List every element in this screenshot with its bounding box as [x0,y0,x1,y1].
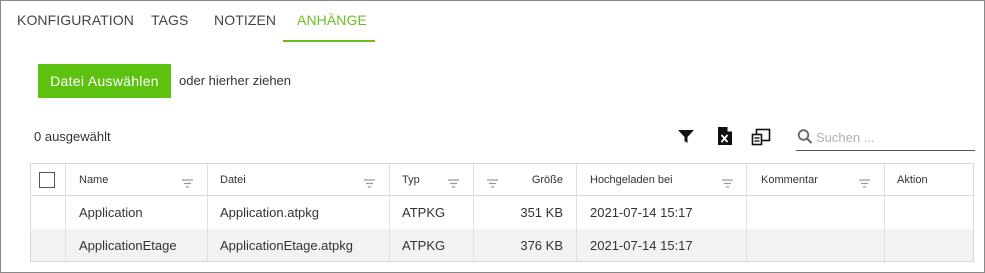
cell-name: Application [79,205,143,220]
column-divider [746,164,747,261]
filter-icon[interactable] [448,175,459,193]
filter-icon[interactable] [364,175,375,193]
cell-typ: ATPKG [402,205,446,220]
cell-hochgeladen: 2021-07-14 15:17 [590,237,693,253]
cell-groesse: 376 KB [520,237,563,253]
filter-icon[interactable] [182,175,193,193]
filter-icon[interactable] [722,175,733,193]
table-row[interactable]: ApplicationEtage ApplicationEtage.atpkg … [31,229,973,261]
filter-icon[interactable] [677,124,699,148]
filter-icon[interactable] [487,175,498,193]
cell-typ: ATPKG [402,237,446,253]
selected-count: 0 ausgewählt [34,129,111,144]
column-chooser-icon[interactable] [751,124,773,148]
filter-icon[interactable] [859,175,870,193]
column-divider [473,164,474,261]
column-divider [389,164,390,261]
tab-anhaenge[interactable]: ANHÄNGE [297,12,367,28]
column-header-aktion: Aktion [897,173,928,186]
column-header-hochgeladen[interactable]: Hochgeladen bei [590,164,673,195]
cell-datei: ApplicationEtage.atpkg [220,237,353,253]
cell-groesse: 351 KB [520,205,563,220]
attachments-panel: KONFIGURATION TAGS NOTIZEN ANHÄNGE Datei… [0,0,985,273]
attachments-table: Name Datei Typ Größe Hochgeladen bei Kom… [30,163,974,262]
cell-name: ApplicationEtage [79,237,177,253]
select-all-checkbox[interactable] [39,172,55,188]
tab-bar: KONFIGURATION TAGS NOTIZEN ANHÄNGE [1,1,984,42]
column-divider [207,164,208,261]
excel-export-icon[interactable] [715,124,737,148]
table-header: Name Datei Typ Größe Hochgeladen bei Kom… [31,164,973,196]
search-input[interactable] [816,127,971,147]
column-header-datei[interactable]: Datei [220,164,246,195]
column-divider [884,164,885,261]
tab-tags[interactable]: TAGS [151,12,188,28]
drop-zone-hint[interactable]: oder hierher ziehen [179,73,291,88]
search-icon [797,128,813,151]
column-divider [576,164,577,261]
cell-datei: Application.atpkg [220,205,320,220]
tab-konfiguration[interactable]: KONFIGURATION [17,12,134,28]
column-header-typ[interactable]: Typ [402,164,420,195]
table-row[interactable]: Application Application.atpkg ATPKG 351 … [31,196,973,229]
cell-hochgeladen: 2021-07-14 15:17 [590,205,693,220]
column-divider [65,164,66,261]
search-box [796,126,975,151]
column-header-groesse[interactable]: Größe [511,164,563,195]
column-header-name[interactable]: Name [79,164,108,195]
tab-notizen[interactable]: NOTIZEN [214,12,276,28]
active-tab-indicator [283,40,375,42]
choose-file-button[interactable]: Datei Auswählen [38,64,171,98]
column-header-kommentar[interactable]: Kommentar [761,164,818,195]
